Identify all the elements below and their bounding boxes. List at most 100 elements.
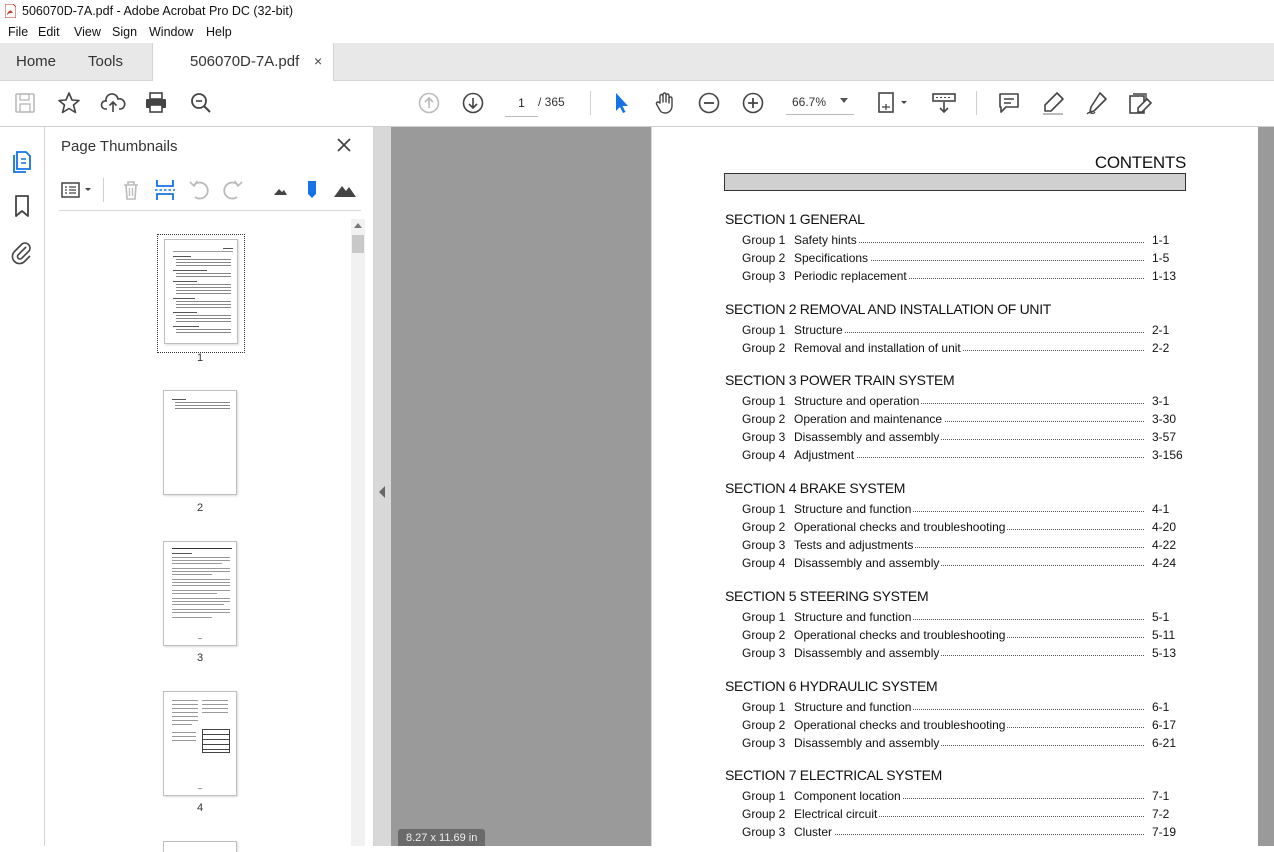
scrollbar-thumb[interactable] xyxy=(352,235,364,253)
page-size-label: 8.27 x 11.69 in xyxy=(398,829,486,846)
toc-entry[interactable]: Group 1 Structure and operation 3-1 xyxy=(742,394,1182,408)
toc-entry[interactable]: Group 2 Operational checks and troublesho… xyxy=(742,628,1182,643)
leader-dots xyxy=(794,834,1144,836)
toc-title: Tests and adjustments xyxy=(794,538,916,553)
menu-edit[interactable]: Edit xyxy=(38,25,60,39)
select-cursor-icon[interactable] xyxy=(608,90,634,116)
toc-entry[interactable]: Group 3 Disassembly and assembly 3-57 xyxy=(742,430,1182,445)
thumbnail-5-partial[interactable] xyxy=(163,841,237,852)
toc-entry[interactable]: Group 3 Cluster 7-19 xyxy=(742,825,1182,840)
toc-group: Group 1 xyxy=(742,789,786,803)
tab-tools[interactable]: Tools xyxy=(88,43,123,80)
section-heading: SECTION 6 HYDRAULIC SYSTEM xyxy=(725,678,938,694)
document-viewer[interactable]: 8.27 x 11.69 in CONTENTS SECTION 1 GENER… xyxy=(374,127,1274,846)
hand-icon[interactable] xyxy=(652,90,678,116)
zoom-in-icon[interactable] xyxy=(740,90,766,116)
toc-group: Group 3 xyxy=(742,825,786,840)
pdf-page[interactable]: CONTENTS SECTION 1 GENERAL Group 1 Safety … xyxy=(652,127,1258,846)
upload-icon[interactable] xyxy=(100,90,126,116)
toc-title: Safety hints xyxy=(794,233,859,247)
toc-group: Group 2 xyxy=(742,412,786,427)
contents-rule-box xyxy=(724,173,1186,191)
toc-entry[interactable]: Group 1 Structure and function 5-1 xyxy=(742,610,1182,624)
scroll-mode-icon[interactable] xyxy=(931,90,957,116)
document-scrollbar[interactable] xyxy=(1258,127,1274,846)
toc-entry[interactable]: Group 4 Disassembly and assembly 4-24 xyxy=(742,556,1182,571)
toc-entry[interactable]: Group 2 Removal and installation of unit 2… xyxy=(742,341,1182,356)
delete-icon[interactable] xyxy=(118,177,144,203)
toc-page: 7-2 xyxy=(1152,807,1170,822)
collapse-left-icon[interactable] xyxy=(379,486,385,498)
toc-page: 3-57 xyxy=(1152,430,1177,445)
next-page-icon[interactable] xyxy=(460,90,486,116)
toc-title: Structure and function xyxy=(794,700,914,714)
scroll-up-icon[interactable] xyxy=(354,223,362,228)
thumbnail-4[interactable] xyxy=(163,691,237,796)
toc-group: Group 2 xyxy=(742,628,786,643)
extract-pages-icon[interactable] xyxy=(152,177,178,203)
panel-collapse-strip[interactable] xyxy=(374,127,391,846)
toc-entry[interactable]: Group 2 Electrical circuit 7-2 xyxy=(742,807,1182,822)
toc-title: Disassembly and assembly xyxy=(794,736,942,751)
toc-entry[interactable]: Group 3 Disassembly and assembly 6-21 xyxy=(742,736,1182,751)
thumbnails-scrollbar[interactable] xyxy=(351,219,365,846)
toc-page: 3-1 xyxy=(1152,394,1170,408)
toc-entry[interactable]: Group 2 Operational checks and troublesho… xyxy=(742,718,1182,733)
close-icon[interactable] xyxy=(335,136,353,154)
search-zoom-icon[interactable] xyxy=(188,90,214,116)
fill-sign-icon[interactable] xyxy=(1084,90,1110,116)
bookmarks-icon[interactable] xyxy=(9,193,35,219)
options-menu-icon[interactable] xyxy=(59,177,95,203)
comment-icon[interactable] xyxy=(996,90,1022,116)
menu-file[interactable]: File xyxy=(8,25,28,39)
toc-entry[interactable]: Group 1 Structure and function 6-1 xyxy=(742,700,1182,714)
toc-page: 3-156 xyxy=(1152,448,1183,463)
toc-entry[interactable]: Group 3 Periodic replacement 1-13 xyxy=(742,269,1182,284)
toc-page: 3-30 xyxy=(1152,412,1177,427)
toc-entry[interactable]: Group 2 Operational checks and troublesho… xyxy=(742,520,1182,535)
toc-entry[interactable]: Group 2 Operation and maintenance 3-30 xyxy=(742,412,1182,427)
rotate-ccw-icon[interactable] xyxy=(186,177,212,203)
toc-entry[interactable]: Group 1 Structure and function 4-1 xyxy=(742,502,1182,516)
toc-entry[interactable]: Group 4 Adjustment 3-156 xyxy=(742,448,1183,463)
attachments-icon[interactable] xyxy=(9,239,35,265)
thumbnail-2[interactable] xyxy=(163,390,237,495)
tab-home[interactable]: Home xyxy=(16,43,56,80)
toc-entry[interactable]: Group 3 Tests and adjustments 4-22 xyxy=(742,538,1182,553)
star-icon[interactable] xyxy=(56,90,82,116)
highlight-icon[interactable] xyxy=(1040,90,1066,116)
save-icon[interactable] xyxy=(12,90,38,116)
page-number-input[interactable] xyxy=(505,90,538,117)
toc-entry[interactable]: Group 1 Structure 2-1 xyxy=(742,323,1182,337)
page-thumbnails-icon[interactable] xyxy=(9,147,35,173)
menu-sign[interactable]: Sign xyxy=(112,25,137,39)
thumbnail-label: 2 xyxy=(196,502,204,514)
toc-title: Operational checks and troubleshooting xyxy=(794,628,1008,643)
toc-entry[interactable]: Group 1 Component location 7-1 xyxy=(742,789,1182,803)
fit-page-icon[interactable] xyxy=(875,90,911,116)
menu-bar: File Edit View Sign Window Help xyxy=(0,23,1274,43)
close-tab-icon[interactable]: × xyxy=(314,43,322,80)
thumbnail-label: 4 xyxy=(196,802,204,814)
prev-page-icon[interactable] xyxy=(416,90,442,116)
menu-view[interactable]: View xyxy=(74,25,101,39)
toc-entry[interactable]: Group 1 Safety hints 1-1 xyxy=(742,233,1182,247)
toc-page: 4-22 xyxy=(1152,538,1177,553)
rotate-cw-icon[interactable] xyxy=(220,177,246,203)
thumbnail-size-slider-icon[interactable] xyxy=(299,177,325,203)
menu-window[interactable]: Window xyxy=(149,25,193,39)
smaller-thumbnails-icon[interactable] xyxy=(267,177,293,203)
toc-page: 7-1 xyxy=(1152,789,1170,803)
zoom-out-icon[interactable] xyxy=(696,90,722,116)
toc-entry[interactable]: Group 3 Disassembly and assembly 5-13 xyxy=(742,646,1182,661)
menu-help[interactable]: Help xyxy=(206,25,232,39)
larger-thumbnails-icon[interactable] xyxy=(332,177,358,203)
thumbnail-1-selection[interactable] xyxy=(157,234,245,353)
edit-pdf-icon[interactable] xyxy=(1127,90,1153,116)
thumbnail-3[interactable] xyxy=(163,541,237,646)
zoom-select[interactable]: 66.7% xyxy=(786,90,854,115)
toc-entry[interactable]: Group 2 Specifications 1-5 xyxy=(742,251,1182,266)
print-icon[interactable] xyxy=(143,90,169,116)
tab-document[interactable]: 506070D-7A.pdf × xyxy=(152,43,334,81)
toolbar-divider xyxy=(976,91,977,115)
